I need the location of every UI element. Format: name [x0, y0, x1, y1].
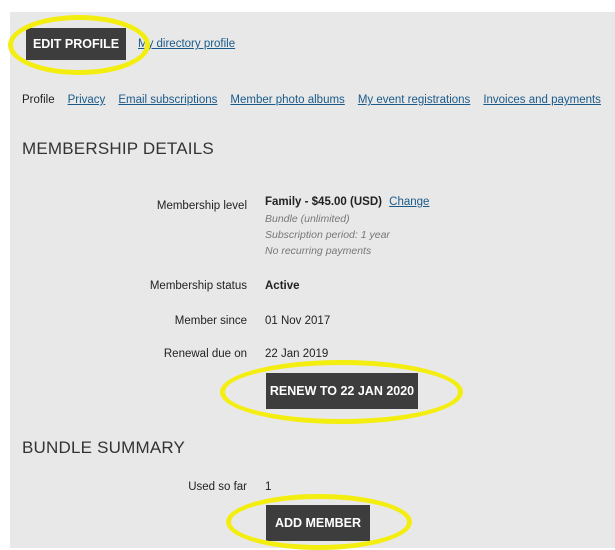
membership-level-value: Family - $45.00 (USD) Change — [265, 196, 429, 208]
tab-invoices-payments[interactable]: Invoices and payments — [483, 94, 601, 106]
renew-button[interactable]: RENEW TO 22 JAN 2020 — [266, 373, 418, 409]
tab-privacy[interactable]: Privacy — [68, 94, 106, 106]
recurring-payments-note: No recurring payments — [265, 245, 372, 257]
membership-details-title: MEMBERSHIP DETAILS — [22, 139, 214, 158]
edit-profile-button[interactable]: EDIT PROFILE — [26, 28, 126, 60]
renewal-due-label: Renewal due on — [163, 348, 247, 360]
directory-profile-link[interactable]: My directory profile — [138, 38, 235, 50]
membership-status-label: Membership status — [149, 280, 247, 292]
subscription-period-note: Subscription period: 1 year — [265, 229, 390, 241]
tab-member-photo-albums[interactable]: Member photo albums — [230, 94, 344, 106]
membership-status-value: Active — [265, 280, 300, 292]
bundle-summary-title: BUNDLE SUMMARY — [22, 438, 186, 457]
used-so-far-label: Used so far — [188, 481, 247, 493]
change-level-link[interactable]: Change — [389, 196, 429, 208]
used-so-far-value: 1 — [265, 481, 272, 493]
bundle-note: Bundle (unlimited) — [265, 213, 350, 225]
member-since-label: Member since — [174, 315, 247, 327]
tab-profile[interactable]: Profile — [22, 94, 55, 106]
tab-event-registrations[interactable]: My event registrations — [358, 94, 471, 106]
profile-panel — [10, 12, 615, 548]
add-member-button[interactable]: ADD MEMBER — [266, 505, 370, 541]
member-since-value: 01 Nov 2017 — [265, 315, 331, 327]
membership-level-text: Family - $45.00 (USD) — [265, 196, 382, 208]
renewal-due-value: 22 Jan 2019 — [265, 348, 329, 360]
membership-level-label: Membership level — [156, 200, 247, 212]
profile-tabs: Profile Privacy Email subscriptions Memb… — [22, 94, 601, 106]
tab-email-subscriptions[interactable]: Email subscriptions — [118, 94, 217, 106]
